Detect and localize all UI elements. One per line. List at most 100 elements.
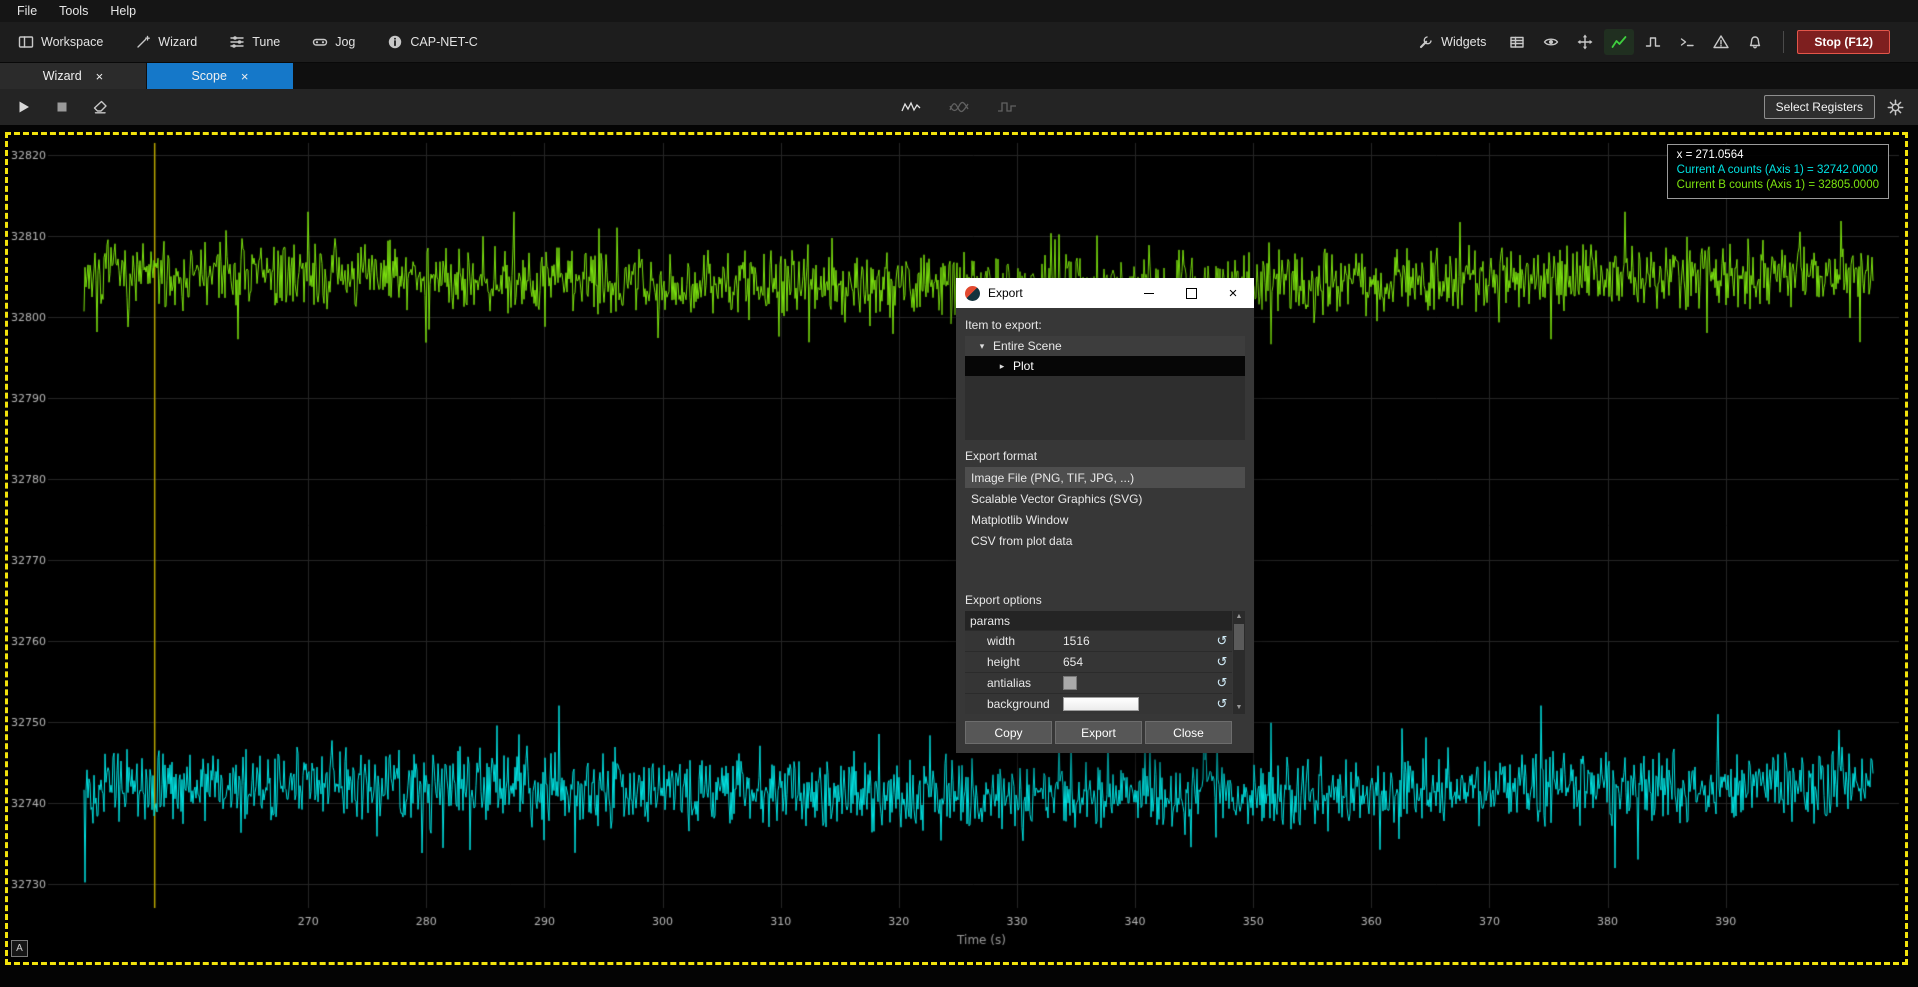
copy-button[interactable]: Copy <box>965 721 1052 744</box>
waveform-step-icon <box>997 100 1017 114</box>
maximize-icon <box>1186 288 1197 299</box>
chevron-right-icon: ▸ <box>997 361 1007 372</box>
autoscale-button[interactable]: A <box>11 940 28 957</box>
tune-sliders-icon <box>229 34 245 50</box>
trace-style-step-button[interactable] <box>991 96 1023 118</box>
workspace-button[interactable]: Workspace <box>10 29 111 55</box>
undo-icon[interactable]: ↺ <box>1212 696 1232 712</box>
terminal-button[interactable] <box>1672 29 1702 55</box>
export-options-label: Export options <box>965 593 1245 607</box>
format-csv[interactable]: CSV from plot data <box>965 530 1245 551</box>
scroll-down-icon[interactable]: ▼ <box>1233 702 1245 714</box>
option-row-width: width 1516 ↺ <box>965 630 1232 651</box>
close-icon: × <box>1229 286 1238 301</box>
registers-table-button[interactable] <box>1502 29 1532 55</box>
trace-style-line-button[interactable] <box>895 96 927 118</box>
export-options-table: params width 1516 ↺ height 654 ↺ antiali… <box>965 611 1245 714</box>
close-dialog-button[interactable]: Close <box>1145 721 1232 744</box>
tree-item-entire-scene[interactable]: ▾ Entire Scene <box>965 336 1245 356</box>
tune-button[interactable]: Tune <box>221 29 288 55</box>
widgets-label: Widgets <box>1441 35 1486 49</box>
widgets-button[interactable]: Widgets <box>1410 29 1494 55</box>
params-header[interactable]: params <box>965 611 1232 630</box>
wizard-button[interactable]: Wizard <box>127 29 205 55</box>
undo-icon[interactable]: ↺ <box>1212 654 1232 670</box>
main-toolbar: Workspace Wizard Tune Jog CAP-NET-C Widg… <box>0 22 1918 63</box>
waveform-dim-icon <box>949 100 969 114</box>
stop-square-icon <box>54 99 70 115</box>
watch-button[interactable] <box>1536 29 1566 55</box>
scope-toolbar-center <box>895 96 1023 118</box>
jog-label: Jog <box>335 35 355 49</box>
option-width-value[interactable]: 1516 <box>1063 634 1212 648</box>
tab-wizard-close-icon[interactable]: × <box>96 70 104 83</box>
format-image-file[interactable]: Image File (PNG, TIF, JPG, ...) <box>965 467 1245 488</box>
notifications-button[interactable] <box>1740 29 1770 55</box>
wand-icon <box>135 34 151 50</box>
legend-cursor-x: x = 271.0564 <box>1677 148 1879 163</box>
wrench-icon <box>1418 34 1434 50</box>
export-format-list: Image File (PNG, TIF, JPG, ...) Scalable… <box>965 467 1245 551</box>
maximize-button[interactable] <box>1170 278 1212 308</box>
scroll-up-icon[interactable]: ▲ <box>1233 611 1245 623</box>
tab-wizard[interactable]: Wizard × <box>0 63 146 89</box>
export-button[interactable]: Export <box>1055 721 1142 744</box>
waveform-icon <box>901 100 921 114</box>
option-row-height: height 654 ↺ <box>965 651 1232 672</box>
export-item-tree: ▾ Entire Scene ▸ Plot <box>965 336 1245 440</box>
table-icon <box>1509 34 1525 50</box>
scrollbar-thumb[interactable] <box>1234 624 1244 650</box>
workspace-icon <box>18 34 34 50</box>
export-dialog: Export × Item to export: ▾ Entire Scene … <box>956 278 1254 753</box>
tune-label: Tune <box>252 35 280 49</box>
move-button[interactable] <box>1570 29 1600 55</box>
eye-icon <box>1543 34 1559 50</box>
options-scrollbar[interactable]: ▲ ▼ <box>1233 611 1245 714</box>
option-height-value[interactable]: 654 <box>1063 655 1212 669</box>
undo-icon[interactable]: ↺ <box>1212 675 1232 691</box>
dialog-buttons: Copy Export Close <box>965 721 1232 744</box>
params-table: params width 1516 ↺ height 654 ↺ antiali… <box>965 611 1232 714</box>
menu-help[interactable]: Help <box>99 2 147 20</box>
scope-chart-button[interactable] <box>1604 29 1634 55</box>
tab-scope-close-icon[interactable]: × <box>241 70 249 83</box>
signal-generator-button[interactable] <box>1638 29 1668 55</box>
antialias-checkbox[interactable] <box>1063 676 1077 690</box>
stop-button[interactable]: Stop (F12) <box>1797 30 1890 54</box>
tree-item-plot[interactable]: ▸ Plot <box>965 356 1245 376</box>
option-antialias-label: antialias <box>965 676 1063 690</box>
toolbar-separator <box>1783 31 1784 53</box>
plot-legend: x = 271.0564 Current A counts (Axis 1) =… <box>1667 144 1889 199</box>
menu-tools[interactable]: Tools <box>48 2 99 20</box>
wizard-label: Wizard <box>158 35 197 49</box>
move-arrows-icon <box>1577 34 1593 50</box>
chevron-down-icon: ▾ <box>977 341 987 352</box>
minimize-button[interactable] <box>1128 278 1170 308</box>
stop-capture-button[interactable] <box>48 95 76 119</box>
device-button[interactable]: CAP-NET-C <box>379 29 485 55</box>
export-dialog-title: Export <box>988 286 1023 300</box>
menu-file[interactable]: File <box>6 2 48 20</box>
format-matplotlib[interactable]: Matplotlib Window <box>965 509 1245 530</box>
clear-button[interactable] <box>86 95 114 119</box>
tab-bar: Wizard × Scope × <box>0 63 1918 89</box>
close-button[interactable]: × <box>1212 278 1254 308</box>
tree-item-plot-label: Plot <box>1013 359 1034 373</box>
format-svg[interactable]: Scalable Vector Graphics (SVG) <box>965 488 1245 509</box>
play-button[interactable] <box>10 95 38 119</box>
play-icon <box>16 99 32 115</box>
scope-toolbar: Select Registers <box>0 89 1918 125</box>
warnings-button[interactable] <box>1706 29 1736 55</box>
export-format-label: Export format <box>965 449 1245 463</box>
option-width-label: width <box>965 634 1063 648</box>
jog-button[interactable]: Jog <box>304 29 363 55</box>
select-registers-button[interactable]: Select Registers <box>1764 95 1875 119</box>
tab-scope[interactable]: Scope × <box>147 63 293 89</box>
background-color-swatch[interactable] <box>1063 697 1139 711</box>
gear-icon[interactable] <box>1887 99 1904 116</box>
jog-gamepad-icon <box>312 34 328 50</box>
trace-style-multi-button[interactable] <box>943 96 975 118</box>
undo-icon[interactable]: ↺ <box>1212 633 1232 649</box>
export-dialog-titlebar[interactable]: Export × <box>956 278 1254 308</box>
tab-scope-label: Scope <box>191 69 226 83</box>
